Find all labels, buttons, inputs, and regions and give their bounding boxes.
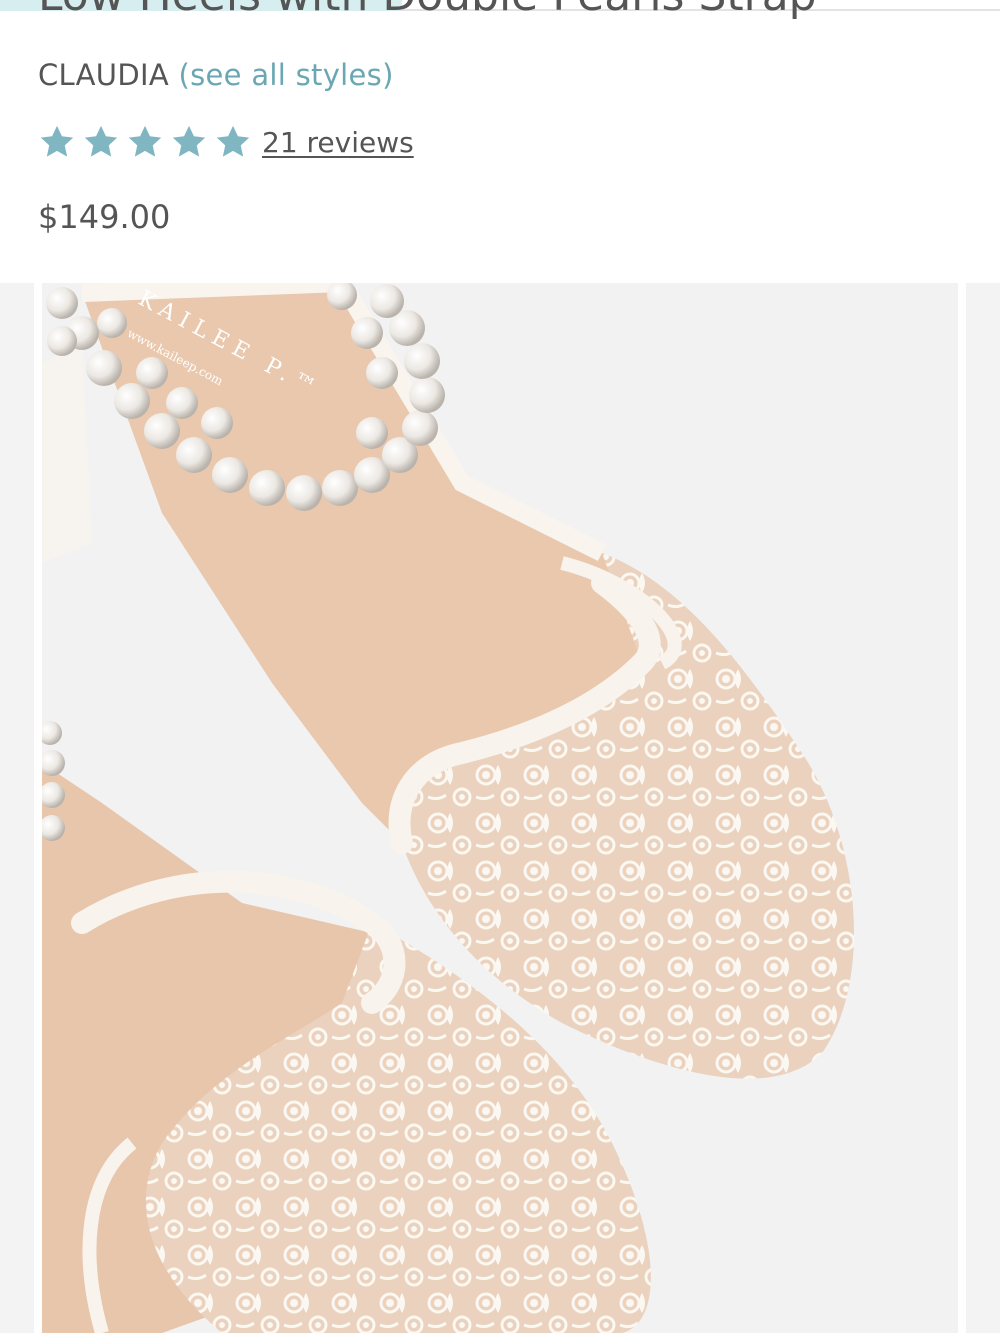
star-icon	[170, 123, 208, 161]
previous-image-peek[interactable]	[0, 283, 34, 1333]
product-title: Low Heels with Double Pearls Strap	[38, 0, 817, 21]
product-image-gallery[interactable]: KAILEE P.™ www.kaileep.com	[0, 283, 1000, 1333]
brand-name: CLAUDIA	[38, 58, 169, 92]
reviews-link[interactable]: 21 reviews	[262, 126, 414, 159]
see-all-styles-link[interactable]: (see all styles)	[179, 58, 394, 92]
product-photo[interactable]: KAILEE P.™ www.kaileep.com	[42, 283, 958, 1333]
star-icon	[82, 123, 120, 161]
product-price: $149.00	[38, 198, 171, 236]
star-icon	[38, 123, 76, 161]
star-icon	[214, 123, 252, 161]
next-image-peek[interactable]	[966, 283, 1000, 1333]
star-rating	[38, 123, 258, 161]
star-icon	[126, 123, 164, 161]
rating-row: 21 reviews	[38, 120, 414, 164]
brand-line: CLAUDIA (see all styles)	[38, 58, 394, 92]
